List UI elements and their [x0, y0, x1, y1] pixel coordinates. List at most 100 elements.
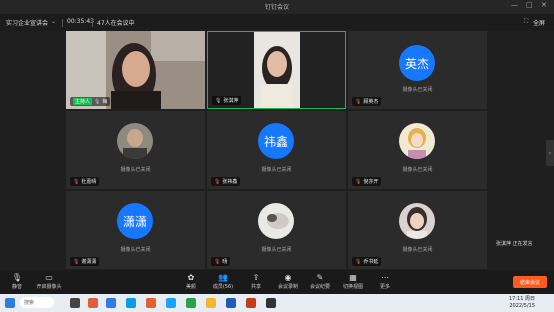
mic-muted-icon: 🎙	[214, 178, 221, 185]
video-tile-host[interactable]: 主持人 🎙 梅	[66, 31, 205, 109]
participant-name: 张淇萍	[223, 98, 239, 104]
divider	[62, 19, 63, 27]
meeting-toolbar: 🎙 静音 ▭ 开启摄像头 ✿ 美颜 👥 成员(56) ⇪ 共享 ◉ 会议录制 ✎…	[0, 270, 554, 294]
video-tile[interactable]: 潇潇 摄像头已关闭 🎙 谢潇潇	[66, 191, 205, 269]
mic-muted-icon: 🎙	[355, 258, 362, 265]
minutes-button[interactable]: ✎ 会议纪要	[305, 272, 335, 290]
participant-namebar: 🎙 旸	[211, 257, 231, 266]
fullscreen-label[interactable]: 全屏	[533, 18, 545, 27]
record-icon: ◉	[284, 273, 292, 282]
app-icon[interactable]	[206, 298, 216, 308]
mic-muted-icon: 🎙	[73, 178, 80, 185]
avatar: 英杰	[399, 45, 435, 81]
clock-time: 17:11 周日	[509, 296, 535, 302]
clock-date: 2022/5/15	[509, 303, 535, 309]
os-taskbar: 搜索 17:11 周日 2022/5/15	[0, 294, 554, 312]
taskbar-clock[interactable]: 17:11 周日 2022/5/15	[505, 296, 535, 310]
close-button[interactable]: ✕	[541, 1, 547, 9]
attendee-count[interactable]: 47人在会议中	[97, 18, 135, 27]
grid-icon: ▦	[349, 273, 357, 282]
camera-off-text: 摄像头已关闭	[402, 167, 433, 173]
participant-namebar: 主持人 🎙 梅	[70, 97, 111, 106]
participant-namebar: 🎙 谢潇潇	[70, 257, 100, 266]
meeting-name[interactable]: 实习企业宣讲会	[6, 18, 48, 27]
beauty-button[interactable]: ✿ 美颜	[176, 272, 206, 290]
beauty-icon: ✿	[187, 273, 195, 282]
microphone-icon: 🎙	[11, 273, 23, 282]
app-icon[interactable]	[106, 298, 116, 308]
video-tile[interactable]: 摄像头已关闭 🎙 杜嘉晴	[66, 111, 205, 189]
video-tile[interactable]: 摄像头已关闭 🎙 倪亦开	[348, 111, 487, 189]
avatar	[399, 123, 435, 159]
speaking-indicator: 张淇萍 正在发言	[496, 241, 533, 247]
maximize-button[interactable]: □	[526, 1, 533, 9]
participant-name: 倪亦开	[363, 179, 379, 185]
participant-namebar: 🎙 乔书延	[352, 257, 382, 266]
side-panel-toggle[interactable]: ›	[546, 140, 554, 166]
mic-muted-icon: 🎙	[214, 258, 221, 265]
windows-start-icon[interactable]	[5, 298, 15, 308]
avatar	[399, 203, 435, 239]
video-grid: 主持人 🎙 梅 🎙 张淇萍 英杰 摄像头已关闭 🎙 顾英杰 摄像头已关闭 🎙 杜…	[66, 31, 487, 269]
participant-name: 旸	[222, 259, 228, 265]
camera-button[interactable]: ▭ 开启摄像头	[34, 272, 64, 290]
camera-off-text: 摄像头已关闭	[402, 247, 433, 253]
app-icon[interactable]	[246, 298, 256, 308]
participant-name: 梅	[102, 99, 108, 105]
microphone-icon: 🎙	[215, 97, 222, 104]
mic-muted-icon: 🎙	[73, 258, 80, 265]
video-tile[interactable]: 英杰 摄像头已关闭 🎙 顾英杰	[348, 31, 487, 109]
share-button[interactable]: ⇪ 共享	[241, 272, 271, 290]
minimize-button[interactable]: —	[511, 1, 518, 9]
mic-muted-icon: 🎙	[355, 98, 362, 105]
members-button[interactable]: 👥 成员(56)	[208, 272, 238, 290]
participant-namebar: 🎙 张淇萍	[212, 96, 242, 105]
avatar	[258, 203, 294, 239]
record-button[interactable]: ◉ 会议录制	[273, 272, 303, 290]
participant-namebar: 🎙 张祎鑫	[211, 177, 241, 186]
taskbar-search[interactable]: 搜索	[20, 297, 54, 308]
microphone-icon: 🎙	[94, 98, 101, 105]
mic-muted-icon: 🎙	[355, 178, 362, 185]
more-icon: ⋯	[381, 273, 389, 282]
app-icon[interactable]	[146, 298, 156, 308]
video-tile[interactable]: 祎鑫 摄像头已关闭 🎙 张祎鑫	[207, 111, 346, 189]
avatar: 潇潇	[117, 203, 153, 239]
meeting-info-bar: 实习企业宣讲会 ⌄ 00:35:43 47人在会议中 ⛶ 全屏	[0, 14, 554, 31]
app-icon[interactable]	[88, 298, 98, 308]
app-icon[interactable]	[266, 298, 276, 308]
participant-name: 张祎鑫	[222, 179, 238, 185]
more-button[interactable]: ⋯ 更多	[370, 272, 400, 290]
host-badge: 主持人	[73, 98, 93, 105]
camera-off-text: 摄像头已关闭	[261, 167, 292, 173]
avatar	[117, 123, 153, 159]
mute-button[interactable]: 🎙 静音	[2, 272, 32, 290]
pen-icon: ✎	[316, 273, 324, 282]
participant-name: 杜嘉晴	[81, 179, 97, 185]
video-tile[interactable]: 摄像头已关闭 🎙 乔书延	[348, 191, 487, 269]
word-icon[interactable]	[226, 298, 236, 308]
video-tile[interactable]: 摄像头已关闭 🎙 旸	[207, 191, 346, 269]
share-icon: ⇪	[252, 273, 260, 282]
title-bar: 钉钉会议 — □ ✕	[0, 0, 554, 14]
app-icon[interactable]	[186, 298, 196, 308]
avatar: 祎鑫	[258, 123, 294, 159]
meeting-duration: 00:35:43	[67, 18, 94, 25]
camera-off-text: 摄像头已关闭	[120, 167, 151, 173]
camera-icon: ▭	[45, 273, 53, 282]
participant-name: 乔书延	[363, 259, 379, 265]
layout-button[interactable]: ▦ 切换视图	[338, 272, 368, 290]
participant-name: 顾英杰	[363, 99, 379, 105]
chevron-down-icon[interactable]: ⌄	[51, 18, 56, 25]
members-icon: 👥	[218, 273, 228, 282]
end-meeting-button[interactable]: 结束会议	[513, 276, 547, 288]
task-view-icon[interactable]	[70, 298, 80, 308]
video-tile-active-speaker[interactable]: 🎙 张淇萍	[207, 31, 346, 109]
camera-off-text: 摄像头已关闭	[261, 247, 292, 253]
participant-namebar: 🎙 顾英杰	[352, 97, 382, 106]
fullscreen-icon[interactable]: ⛶	[524, 18, 528, 26]
app-icon[interactable]	[126, 298, 136, 308]
participant-namebar: 🎙 杜嘉晴	[70, 177, 100, 186]
camera-off-text: 摄像头已关闭	[402, 87, 433, 93]
dingtalk-icon[interactable]	[166, 298, 176, 308]
